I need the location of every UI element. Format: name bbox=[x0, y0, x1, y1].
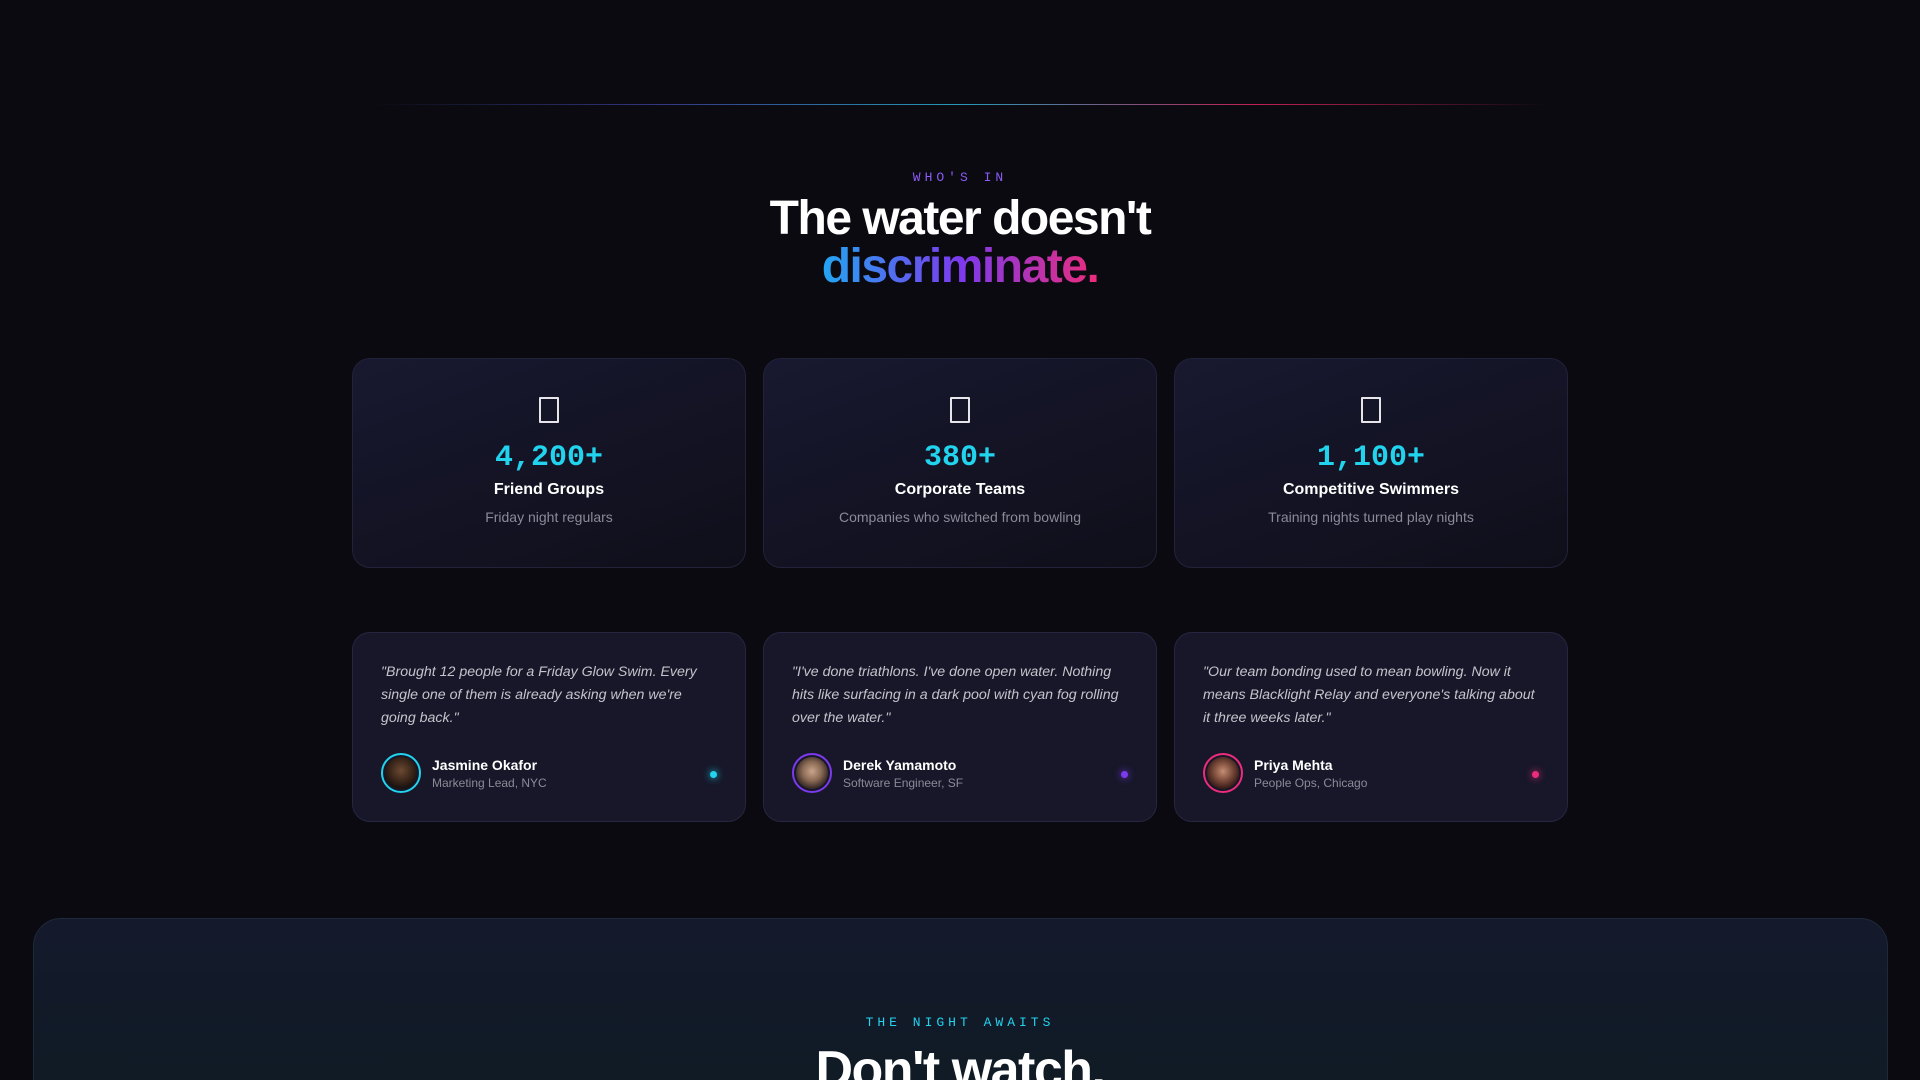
avatar-image bbox=[385, 757, 417, 789]
stat-subtitle: Companies who switched from bowling bbox=[839, 509, 1081, 525]
testimonial-quote: "I've done triathlons. I've done open wa… bbox=[792, 664, 1119, 726]
testimonial-quote: "Brought 12 people for a Friday Glow Swi… bbox=[381, 664, 697, 726]
stat-value: 4,200+ bbox=[494, 441, 604, 475]
avatar-image bbox=[796, 757, 828, 789]
accent-dot bbox=[710, 771, 717, 778]
stat-subtitle: Training nights turned play nights bbox=[1268, 509, 1474, 525]
cta-headline: Don't watch. bbox=[815, 1041, 1106, 1080]
author-role: Marketing Lead, NYC bbox=[432, 775, 547, 790]
section-eyebrow: WHO'S IN bbox=[912, 170, 1008, 185]
avatar bbox=[792, 753, 832, 793]
avatar bbox=[1203, 753, 1243, 793]
headline-line-1: The water doesn't bbox=[769, 192, 1152, 245]
stat-card-friend-groups: 4,200+ Friend Groups Friday night regula… bbox=[352, 358, 746, 568]
square-icon bbox=[950, 397, 970, 423]
author-role: People Ops, Chicago bbox=[1254, 775, 1368, 790]
stat-title: Competitive Swimmers bbox=[1282, 481, 1460, 498]
author-name: Jasmine Okafor bbox=[432, 756, 538, 773]
stat-subtitle: Friday night regulars bbox=[485, 509, 613, 525]
stat-value: 1,100+ bbox=[1316, 441, 1426, 475]
gradient-divider bbox=[370, 104, 1550, 105]
testimonial-quote: "Our team bonding used to mean bowling. … bbox=[1203, 664, 1535, 726]
testimonial-author: Derek Yamamoto Software Engineer, SF bbox=[792, 753, 963, 793]
author-role: Software Engineer, SF bbox=[843, 775, 964, 790]
square-icon bbox=[539, 397, 559, 423]
headline-line-2-gradient: discriminate. bbox=[821, 240, 1100, 293]
square-icon bbox=[1361, 397, 1381, 423]
testimonial-author: Priya Mehta People Ops, Chicago bbox=[1203, 753, 1367, 793]
accent-dot bbox=[1532, 771, 1539, 778]
avatar bbox=[381, 753, 421, 793]
testimonials-row: "Brought 12 people for a Friday Glow Swi… bbox=[352, 632, 1568, 822]
stats-row: 4,200+ Friend Groups Friday night regula… bbox=[352, 358, 1568, 568]
author-name: Priya Mehta bbox=[1254, 756, 1333, 773]
testimonial-author: Jasmine Okafor Marketing Lead, NYC bbox=[381, 753, 547, 793]
author-name: Derek Yamamoto bbox=[843, 756, 957, 773]
testimonial-card: "Brought 12 people for a Friday Glow Swi… bbox=[352, 632, 746, 822]
testimonial-card: "Our team bonding used to mean bowling. … bbox=[1174, 632, 1568, 822]
stat-card-competitive-swimmers: 1,100+ Competitive Swimmers Training nig… bbox=[1174, 358, 1568, 568]
testimonial-card: "I've done triathlons. I've done open wa… bbox=[763, 632, 1157, 822]
cta-eyebrow: THE NIGHT AWAITS bbox=[865, 1015, 1055, 1030]
stat-value: 380+ bbox=[923, 441, 996, 475]
avatar-image bbox=[1207, 757, 1239, 789]
accent-dot bbox=[1121, 771, 1128, 778]
section-headline: The water doesn't discriminate. bbox=[0, 195, 1920, 291]
stat-card-corporate-teams: 380+ Corporate Teams Companies who switc… bbox=[763, 358, 1157, 568]
stat-title: Friend Groups bbox=[493, 481, 605, 498]
stat-title: Corporate Teams bbox=[894, 481, 1026, 498]
